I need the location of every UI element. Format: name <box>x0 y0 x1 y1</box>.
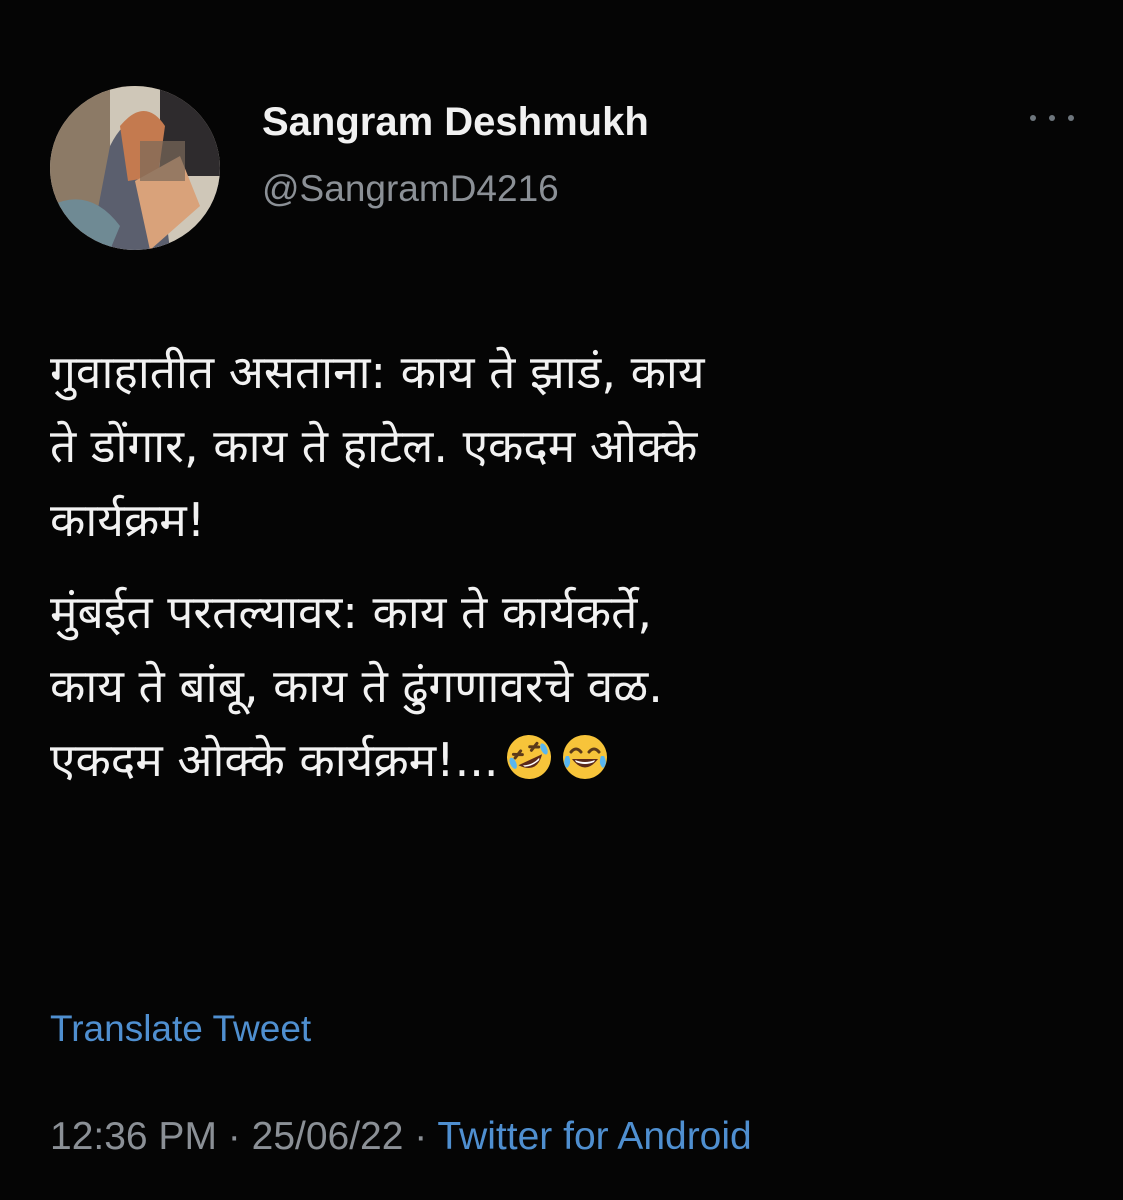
meta-separator: · <box>414 1115 428 1158</box>
tweet-metadata: 12:36 PM · 25/06/22 · Twitter for Androi… <box>50 1115 752 1159</box>
dot <box>1068 115 1074 121</box>
tweet-text: गुवाहातीत असताना: काय ते झाडं, काय ते डो… <box>50 335 1060 797</box>
dot <box>1030 115 1036 121</box>
more-options-icon[interactable] <box>1030 106 1074 130</box>
author-handle[interactable]: @SangramD4216 <box>262 168 559 210</box>
dot <box>1049 115 1055 121</box>
avatar-photo-icon <box>50 86 220 250</box>
tweet-source-link[interactable]: Twitter for Android <box>437 1115 751 1158</box>
tears-of-joy-icon <box>563 735 608 779</box>
tweet-time[interactable]: 12:36 PM <box>50 1115 217 1158</box>
avatar[interactable] <box>50 86 220 250</box>
translate-tweet-link[interactable]: Translate Tweet <box>50 1008 311 1050</box>
tweet-date[interactable]: 25/06/22 <box>252 1115 404 1158</box>
tweet-paragraph-1: गुवाहातीत असताना: काय ते झाडं, काय ते डो… <box>50 345 705 547</box>
tweet-card: Sangram Deshmukh @SangramD4216 गुवाहातीत… <box>0 0 1123 1200</box>
meta-separator: · <box>227 1115 241 1158</box>
rolling-on-floor-laughing-icon <box>507 735 552 779</box>
tweet-paragraph-2: मुंबईत परतल्यावर: काय ते कार्यकर्ते, काय… <box>50 575 1060 797</box>
author-name[interactable]: Sangram Deshmukh <box>262 100 649 145</box>
